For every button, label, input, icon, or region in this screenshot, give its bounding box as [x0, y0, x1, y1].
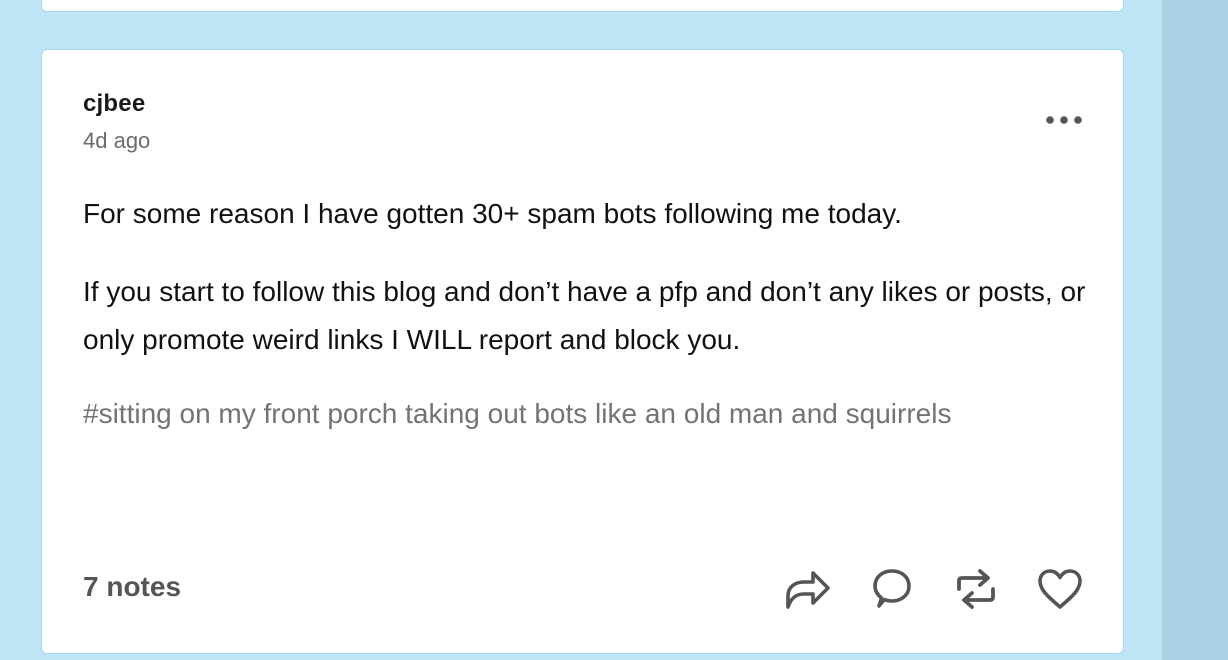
more-options-button[interactable]	[1038, 106, 1090, 134]
post-tags[interactable]: #sitting on my front porch taking out bo…	[83, 390, 1043, 438]
post-username[interactable]: cjbee	[83, 90, 145, 118]
speech-bubble-icon	[873, 569, 911, 608]
notes-count[interactable]: 7 notes	[83, 571, 181, 603]
post-paragraph: For some reason I have gotten 30+ spam b…	[83, 198, 902, 229]
heart-icon	[1038, 569, 1082, 609]
post-timestamp[interactable]: 4d ago	[83, 128, 150, 154]
share-button[interactable]	[782, 564, 834, 614]
like-button[interactable]	[1034, 564, 1086, 614]
post-paragraph: If you start to follow this blog and don…	[83, 276, 1086, 355]
share-arrow-icon	[786, 571, 830, 609]
previous-post-card	[41, 0, 1124, 12]
reply-button[interactable]	[866, 564, 918, 614]
reblog-icon	[957, 569, 995, 609]
ellipsis-icon	[1046, 116, 1082, 124]
reblog-button[interactable]	[950, 564, 1002, 614]
post-card: cjbee 4d ago For some reason I have gott…	[41, 49, 1124, 654]
right-sidebar-strip	[1162, 0, 1228, 660]
